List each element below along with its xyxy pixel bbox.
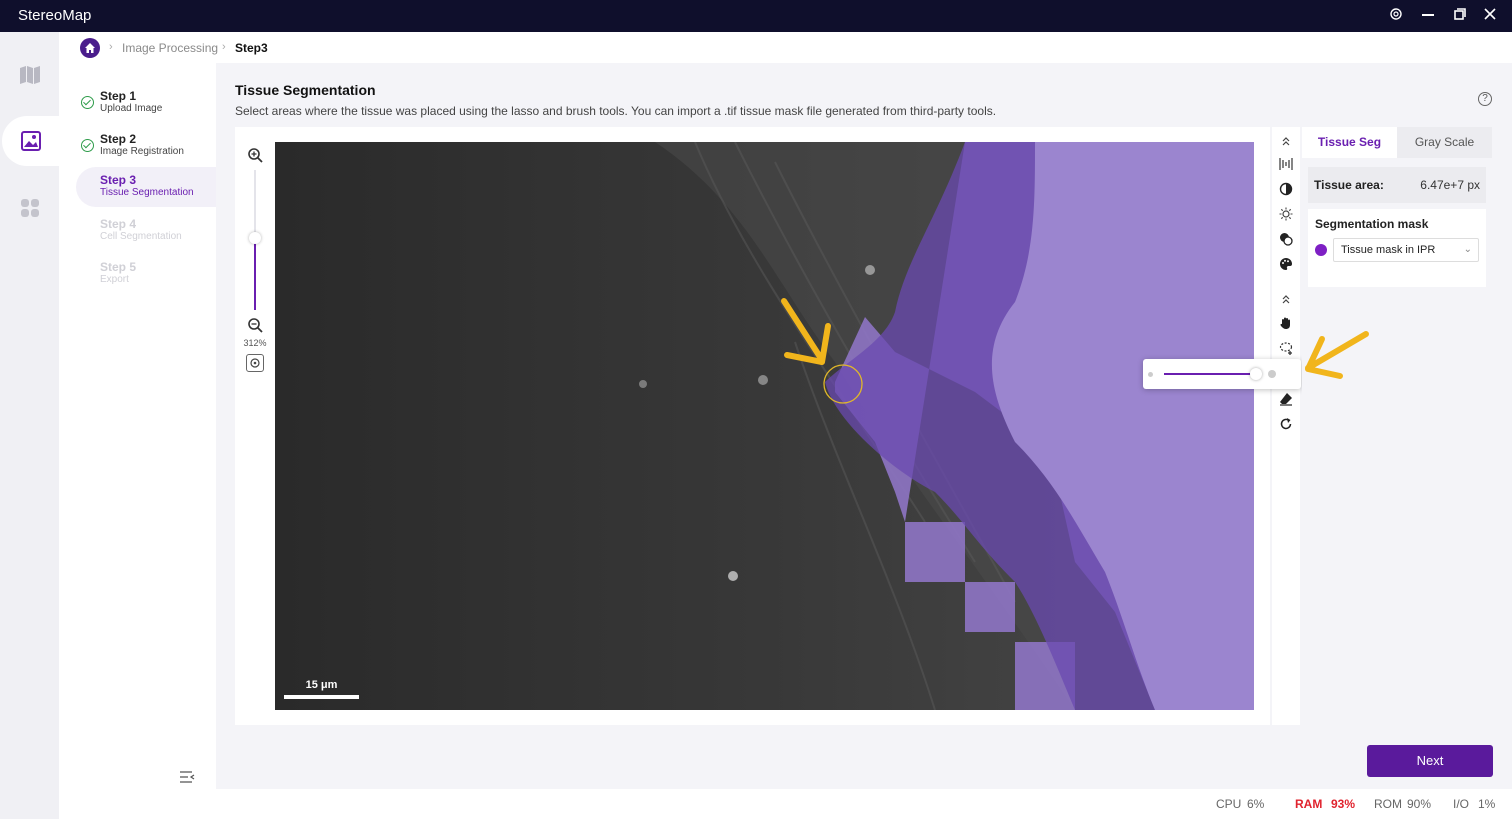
scale-bar: 15 μm xyxy=(284,677,359,701)
contrast-icon[interactable] xyxy=(1276,179,1296,199)
help-icon[interactable]: ? xyxy=(1478,92,1492,106)
restore-icon[interactable] xyxy=(1450,6,1470,26)
zoom-in-icon[interactable] xyxy=(247,147,263,168)
brush-size-slider[interactable] xyxy=(1164,373,1257,375)
brightness-icon[interactable] xyxy=(1276,204,1296,224)
step-title: Step 3 xyxy=(100,173,137,187)
tab-gray-scale[interactable]: Gray Scale xyxy=(1397,127,1492,158)
step-3[interactable]: Step 3 Tissue Segmentation xyxy=(76,167,216,207)
steps-panel: Step 1 Upload Image Step 2 Image Registr… xyxy=(59,63,216,789)
cpu-label: CPU xyxy=(1216,797,1242,811)
fit-view-icon[interactable] xyxy=(246,354,264,372)
palette-icon[interactable] xyxy=(1276,254,1296,274)
lasso-add-icon[interactable] xyxy=(1276,338,1296,358)
io-value: 1% xyxy=(1478,797,1496,811)
navigation-rail xyxy=(0,32,59,819)
scale-bar-line xyxy=(284,695,359,699)
close-icon[interactable] xyxy=(1480,6,1500,26)
breadcrumb-separator: › xyxy=(109,41,113,53)
eraser-icon[interactable] xyxy=(1276,389,1296,409)
page-description: Select areas where the tissue was placed… xyxy=(235,104,997,118)
rom-label: ROM xyxy=(1374,797,1402,811)
collapse-up-icon[interactable] xyxy=(1276,131,1296,151)
map-nav-button[interactable] xyxy=(0,50,59,100)
tissue-area-value: 6.47e+7 px xyxy=(1420,178,1480,192)
ram-label: RAM xyxy=(1295,797,1323,811)
page-title: Tissue Segmentation xyxy=(235,82,376,98)
mask-color-swatch xyxy=(1315,244,1327,256)
home-icon[interactable] xyxy=(80,38,100,58)
brush-size-popover xyxy=(1143,359,1301,389)
redo-icon[interactable] xyxy=(1276,414,1296,434)
rom-value: 90% xyxy=(1407,797,1432,811)
io-label: I/O xyxy=(1453,797,1470,811)
mask-select[interactable]: Tissue mask in IPR ⌄ xyxy=(1333,238,1479,262)
map-icon xyxy=(19,66,40,84)
hand-icon[interactable] xyxy=(1276,313,1296,333)
step-subtitle: Cell Segmentation xyxy=(100,231,182,242)
breadcrumb-image-processing[interactable]: Image Processing xyxy=(122,41,218,55)
check-circle-icon xyxy=(81,96,94,109)
step-2[interactable]: Step 2 Image Registration xyxy=(76,126,216,166)
segmentation-mask-card: Segmentation mask Tissue mask in IPR ⌄ xyxy=(1308,209,1486,287)
brush-size-min-indicator xyxy=(1148,372,1153,377)
collapse-menu-icon[interactable] xyxy=(179,770,195,789)
step-subtitle: Image Registration xyxy=(100,146,184,157)
tissue-area-card: Tissue area: 6.47e+7 px xyxy=(1308,167,1486,203)
tab-body: Tissue area: 6.47e+7 px Segmentation mas… xyxy=(1302,158,1492,725)
minimize-icon[interactable] xyxy=(1418,6,1438,26)
title-bar: StereoMap xyxy=(0,0,1512,32)
apps-grid-icon xyxy=(20,199,39,217)
align-icon[interactable] xyxy=(1276,154,1296,174)
mask-select-value: Tissue mask in IPR xyxy=(1341,244,1436,256)
chevron-down-icon: ⌄ xyxy=(1463,244,1472,255)
collapse-up-icon[interactable] xyxy=(1276,289,1296,309)
step-subtitle: Export xyxy=(100,274,129,285)
step-title: Step 1 xyxy=(100,89,137,103)
tissue-image xyxy=(275,142,1254,710)
image-canvas[interactable]: 15 μm xyxy=(275,142,1254,710)
zoom-slider-fill xyxy=(254,237,256,310)
image-processing-nav-button[interactable] xyxy=(2,116,59,166)
zoom-level: 312% xyxy=(243,338,267,348)
step-subtitle: Tissue Segmentation xyxy=(100,187,194,198)
step-title: Step 2 xyxy=(100,132,137,146)
tissue-area-label: Tissue area: xyxy=(1314,178,1384,192)
check-circle-icon xyxy=(81,139,94,152)
step-1[interactable]: Step 1 Upload Image xyxy=(76,83,216,123)
breadcrumb-current: Step3 xyxy=(235,41,268,55)
app-title: StereoMap xyxy=(18,7,92,24)
brush-size-max-indicator xyxy=(1268,370,1276,378)
next-button[interactable]: Next xyxy=(1367,745,1493,777)
step-5: Step 5 Export xyxy=(76,254,216,294)
step-title: Step 4 xyxy=(100,217,137,231)
overlay-icon[interactable] xyxy=(1276,229,1296,249)
status-bar: CPU 6% RAM 93% ROM 90% I/O 1% xyxy=(59,789,1512,819)
zoom-slider-handle[interactable] xyxy=(249,232,261,244)
tab-tissue-seg[interactable]: Tissue Seg xyxy=(1302,127,1397,158)
segmentation-mask-label: Segmentation mask xyxy=(1315,217,1429,231)
step-title: Step 5 xyxy=(100,260,137,274)
brush-size-handle[interactable] xyxy=(1250,368,1262,380)
step-4: Step 4 Cell Segmentation xyxy=(76,211,216,251)
breadcrumb: › Image Processing › Step3 xyxy=(59,32,1512,63)
scale-bar-label: 15 μm xyxy=(305,679,338,691)
apps-nav-button[interactable] xyxy=(0,183,59,233)
image-icon xyxy=(20,131,41,151)
zoom-out-icon[interactable] xyxy=(247,317,263,338)
breadcrumb-separator: › xyxy=(222,41,226,53)
gear-icon[interactable] xyxy=(1386,6,1406,26)
cpu-value: 6% xyxy=(1247,797,1265,811)
side-panel: Tissue Seg Gray Scale Tissue area: 6.47e… xyxy=(1302,127,1492,725)
step-subtitle: Upload Image xyxy=(100,103,163,114)
ram-value: 93% xyxy=(1331,797,1356,811)
